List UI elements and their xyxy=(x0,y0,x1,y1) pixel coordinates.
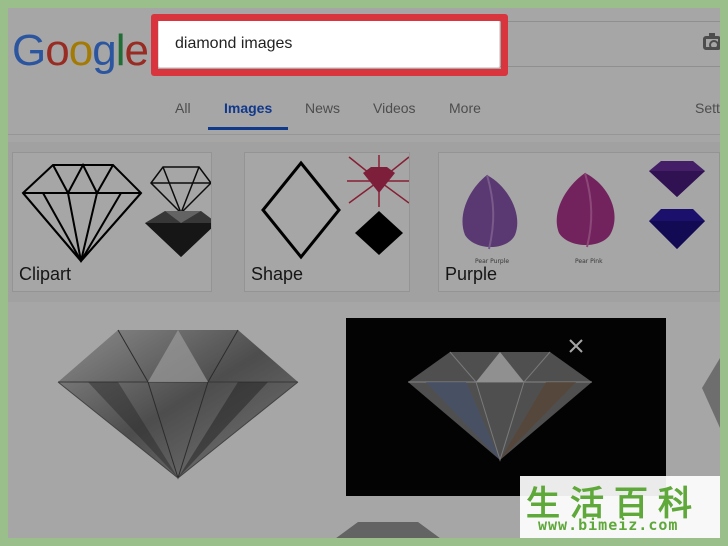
svg-text:Pear Pink: Pear Pink xyxy=(575,258,603,265)
tabs-divider xyxy=(8,134,720,135)
category-label: Purple xyxy=(445,264,498,284)
diamond-image xyxy=(408,339,592,462)
tab-settings[interactable]: Sett xyxy=(695,100,720,116)
search-tabs: All Images News Videos More Sett xyxy=(8,94,720,132)
watermark: 生活百科 www.bimeiz.com xyxy=(520,476,720,538)
diamond-image xyxy=(57,329,299,480)
tab-videos[interactable]: Videos xyxy=(373,100,416,116)
tab-more[interactable]: More xyxy=(449,100,481,116)
camera-icon[interactable] xyxy=(703,33,720,50)
diamond-image xyxy=(336,522,440,538)
logo-letter-l: l xyxy=(115,26,126,75)
tab-images[interactable]: Images xyxy=(224,100,272,116)
diamond-image xyxy=(702,358,720,428)
result-diamond-white[interactable] xyxy=(48,322,308,492)
category-shape[interactable]: Shape xyxy=(244,152,410,292)
result-diamond-black[interactable] xyxy=(346,318,666,496)
search-input[interactable]: diamond images xyxy=(158,20,500,68)
tab-news[interactable]: News xyxy=(305,100,340,116)
result-diamond-bottom[interactable] xyxy=(328,514,448,538)
category-label: Clipart xyxy=(19,264,72,284)
logo-letter-o2: o xyxy=(68,26,94,75)
category-label: Shape xyxy=(251,264,304,284)
google-logo[interactable]: Google xyxy=(12,26,149,76)
result-diamond-partial[interactable] xyxy=(694,348,720,448)
search-query-text: diamond images xyxy=(175,35,293,52)
logo-letter-g: G xyxy=(12,26,46,75)
logo-letter-e: e xyxy=(124,26,149,75)
search-bar-extension[interactable] xyxy=(500,21,720,67)
watermark-url: www.bimeiz.com xyxy=(538,516,679,534)
category-purple[interactable]: Pear Purple Pear Pink Purple xyxy=(438,152,720,292)
active-tab-indicator xyxy=(208,127,288,130)
related-categories: Clipart Shape Pear Purple Pear Pink Purp… xyxy=(8,142,720,302)
tab-all[interactable]: All xyxy=(175,100,191,116)
category-clipart[interactable]: Clipart xyxy=(12,152,212,292)
logo-letter-o1: o xyxy=(45,26,70,75)
browser-frame: Google diamond images All Images News Vi… xyxy=(8,8,720,538)
logo-letter-g2: g xyxy=(92,26,117,75)
